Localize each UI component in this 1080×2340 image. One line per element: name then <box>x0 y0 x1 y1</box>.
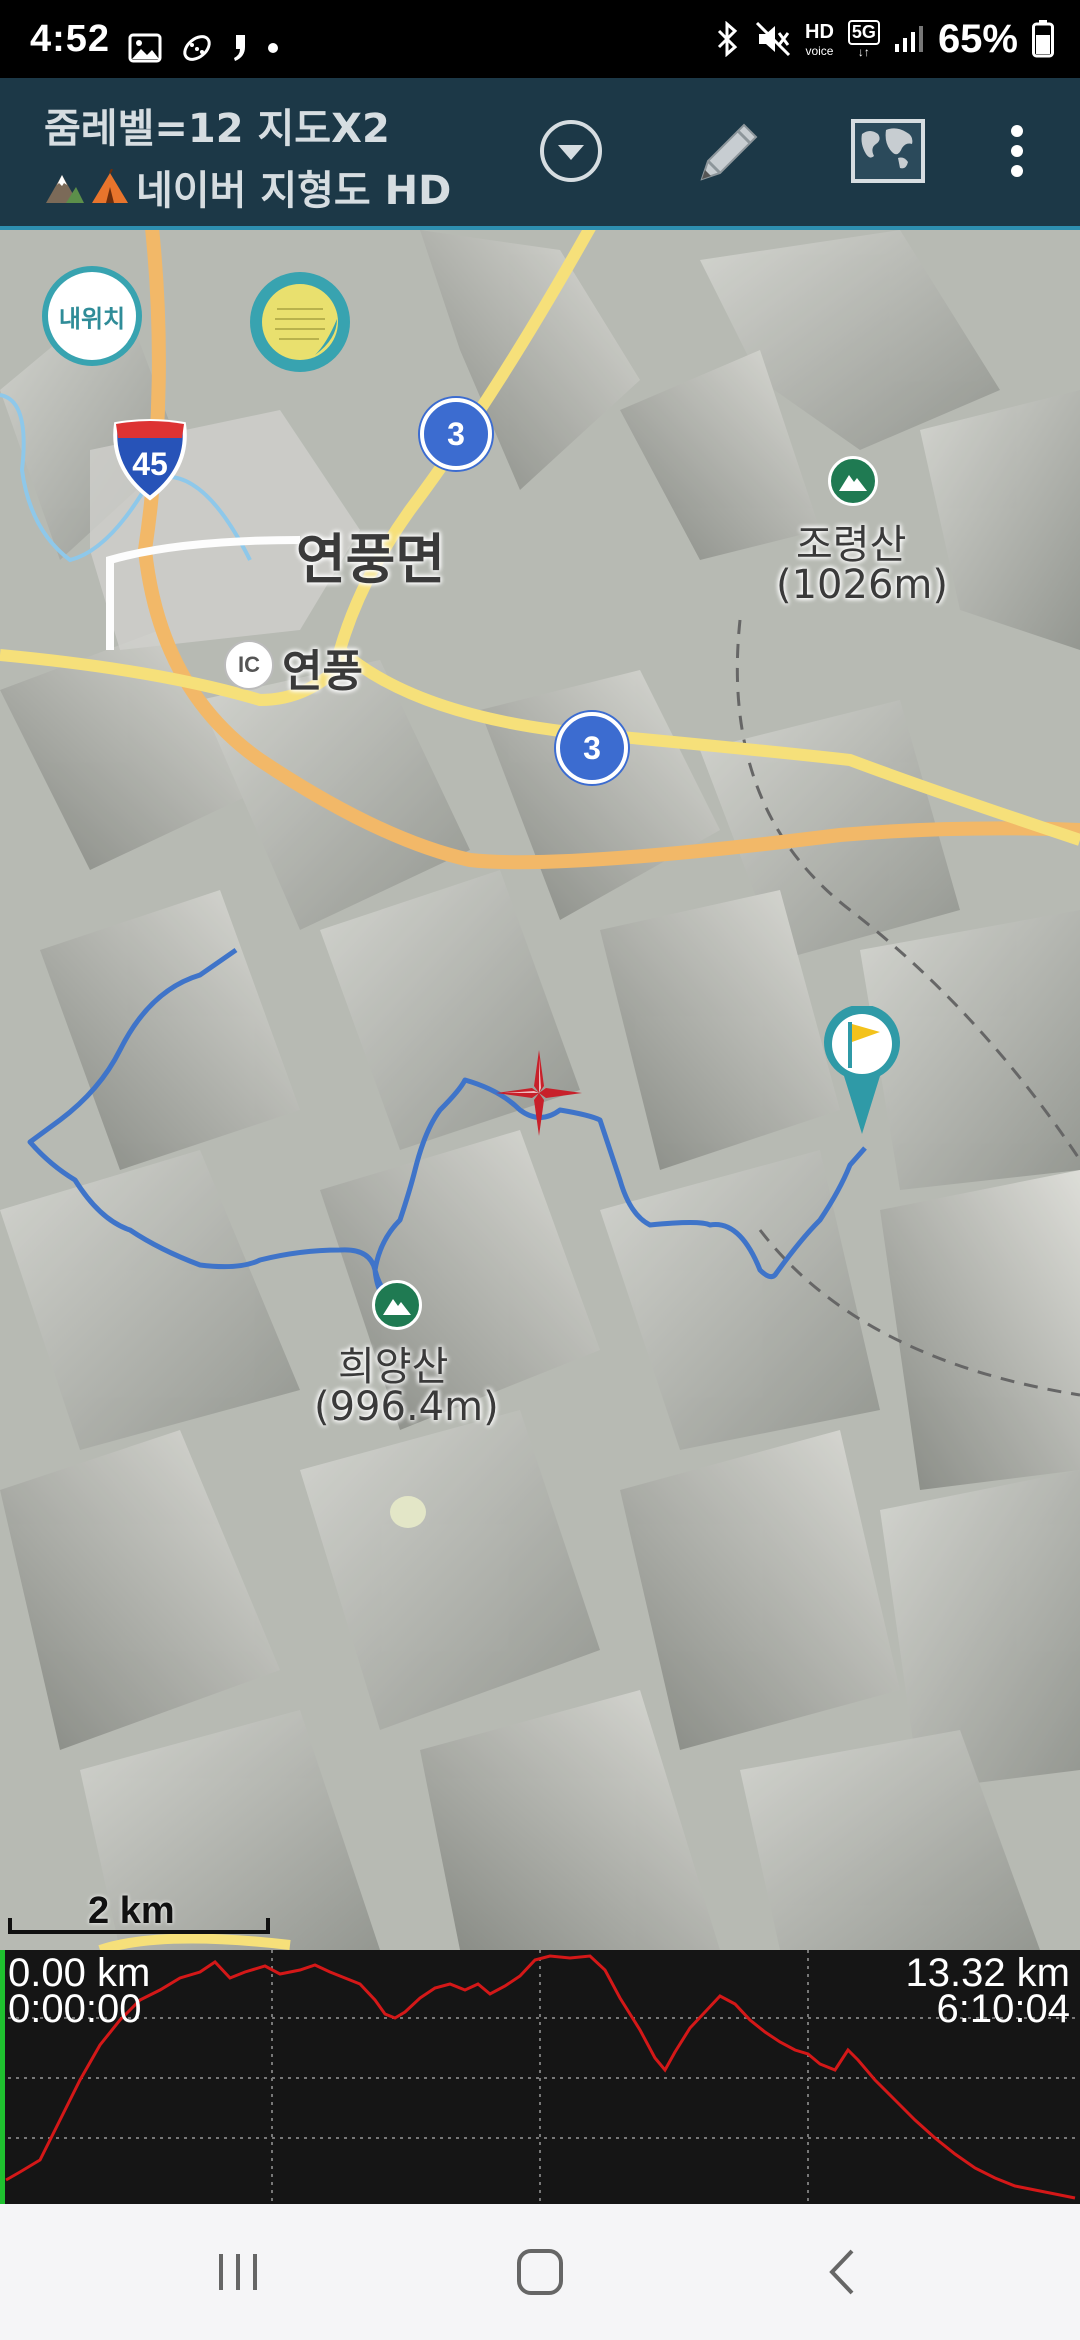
crosshair-icon <box>496 1050 582 1136</box>
status-bar: 4:52 HD voice 5G ↓↑ 65% <box>0 0 1080 78</box>
ic-badge: IC <box>224 640 274 690</box>
elevation-profile[interactable]: 0.00 km 0:00:00 13.32 km 6:10:04 <box>0 1950 1080 2204</box>
route-3-label-right: 3 <box>583 729 601 766</box>
town-label: 연풍면 <box>296 528 446 591</box>
mute-icon <box>755 21 791 57</box>
bluetooth-icon <box>717 21 738 57</box>
back-button[interactable] <box>792 2234 892 2310</box>
dot-icon <box>268 43 278 53</box>
map-source-title[interactable]: 네이버 지형도 HD <box>44 158 451 216</box>
dropdown-icon <box>540 120 602 182</box>
gallery-icon <box>128 33 162 63</box>
battery-percent: 65% <box>937 16 1018 61</box>
hd-voice-icon: HD voice <box>805 21 834 58</box>
recent-apps-button[interactable] <box>188 2234 288 2310</box>
app-bar: 줌레벨=12 지도X2 네이버 지형도 HD <box>0 78 1080 230</box>
layer-note-button[interactable] <box>250 272 350 372</box>
system-icons: HD voice 5G ↓↑ 65% <box>715 16 1054 62</box>
tent-icon <box>92 169 128 203</box>
map-view[interactable]: 내위치 45 3 3 연풍면 IC 연풍 조령산 (1026m) 희양산 (99… <box>0 230 1080 1950</box>
end-time: 6:10:04 <box>936 1987 1070 2031</box>
activity-icon <box>183 35 211 61</box>
route-3-shield-right: 3 <box>556 712 628 784</box>
route-3-label-top: 3 <box>447 415 465 452</box>
signal-icon <box>894 26 923 52</box>
mountain-peak-icon <box>383 1299 411 1315</box>
mountain-peak-icon <box>839 475 867 491</box>
route-45-shield: 45 <box>110 418 190 502</box>
more-vert-icon <box>1011 125 1023 177</box>
navigation-bar <box>0 2204 1080 2340</box>
ic-badge-label: IC <box>238 652 260 677</box>
ic-name-label: 연풍 <box>282 646 363 697</box>
peak-marker-2 <box>372 1280 422 1330</box>
5g-icon: 5G ↓↑ <box>847 19 880 59</box>
status-time: 4:52 <box>30 18 111 60</box>
zoom-level-title: 줌레벨=12 지도X2 <box>44 106 390 152</box>
note-icon <box>262 284 338 360</box>
pencil-icon <box>700 123 758 181</box>
route-45-label: 45 <box>132 446 168 482</box>
battery-icon <box>1032 20 1054 58</box>
home-icon <box>517 2249 563 2295</box>
hd-label: HD <box>805 20 834 43</box>
map-select-button[interactable] <box>843 106 933 196</box>
start-time: 0:00:00 <box>8 1987 142 2031</box>
peak2-height: (996.4m) <box>314 1384 499 1430</box>
home-button[interactable] <box>490 2234 590 2310</box>
dropdown-button[interactable] <box>526 106 616 196</box>
edit-button[interactable] <box>685 106 775 196</box>
scale-label: 2 km <box>88 1890 175 1932</box>
recent-apps-icon <box>219 2254 257 2290</box>
map-globe-icon <box>851 119 925 183</box>
quote-icon <box>234 35 245 61</box>
my-location-button[interactable]: 내위치 <box>42 266 142 366</box>
route-3-shield-top: 3 <box>420 398 492 470</box>
flag-marker-icon[interactable] <box>822 1006 902 1136</box>
map-source-label: 네이버 지형도 HD <box>136 168 452 214</box>
peak-marker-1 <box>828 456 878 506</box>
my-location-label: 내위치 <box>58 304 126 333</box>
mountain-icon <box>46 175 84 203</box>
network-label: 5G <box>847 19 880 45</box>
notification-icons <box>128 28 280 68</box>
voice-label: voice <box>805 43 834 58</box>
peak1-height: (1026m) <box>776 562 948 608</box>
back-icon <box>829 2249 854 2295</box>
scale-bar: 2 km <box>8 1890 270 1934</box>
more-button[interactable] <box>972 106 1062 196</box>
